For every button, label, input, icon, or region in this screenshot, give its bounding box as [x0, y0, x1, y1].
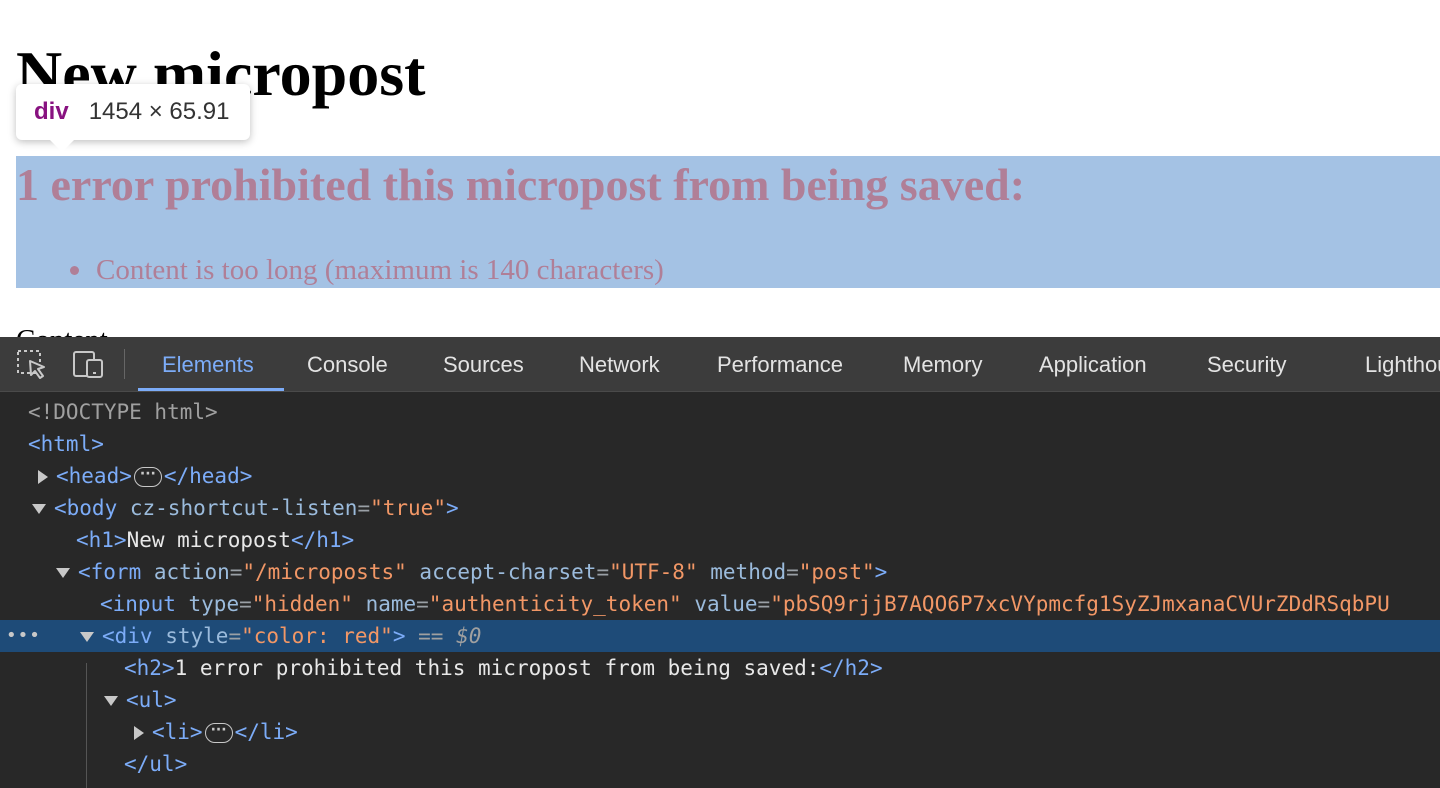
form-open-tag: <form: [78, 560, 142, 584]
dom-node-div-selected[interactable]: ••• <div style="color: red"> == $0: [0, 620, 1440, 652]
div-open-tag: <div: [102, 624, 153, 648]
toolbar-separator: [124, 349, 125, 379]
attr-name: accept-charset: [419, 560, 597, 584]
attr-value: "color: red": [241, 624, 393, 648]
tab-performance[interactable]: Performance: [717, 337, 843, 391]
error-heading: 1 error prohibited this micropost from b…: [16, 159, 1026, 210]
dom-node-li[interactable]: <li> ··· </li>: [0, 716, 1440, 748]
h2-text: 1 error prohibited this micropost from b…: [174, 656, 820, 680]
html-tag: <html>: [28, 432, 104, 456]
device-toolbar-icon[interactable]: [72, 349, 104, 379]
tree-indent-guide: [86, 663, 87, 788]
list-bullet: [70, 266, 79, 275]
h2-open-tag: <h2>: [124, 656, 175, 680]
selected-var: $0: [456, 624, 482, 648]
attr-name: action: [153, 560, 230, 584]
collapse-triangle-icon[interactable]: [32, 504, 46, 514]
attr-name: name: [365, 592, 417, 616]
body-open-tag: <body: [54, 496, 118, 520]
ul-open-tag: <ul>: [126, 688, 177, 712]
devtools-panel: Elements Console Sources Network Perform…: [0, 337, 1440, 788]
dom-node-input[interactable]: <input type="hidden" name="authenticity_…: [0, 588, 1440, 620]
more-actions-icon[interactable]: •••: [6, 620, 41, 652]
expand-triangle-icon[interactable]: [134, 726, 144, 740]
head-close-tag: </head>: [163, 464, 253, 488]
dom-node-body[interactable]: <body cz-shortcut-listen="true">: [0, 492, 1440, 524]
dom-tree: <!DOCTYPE html> <html> <head> ··· </head> …: [0, 392, 1440, 788]
ul-close-tag: </ul>: [124, 752, 188, 776]
collapsed-ellipsis-icon[interactable]: ···: [133, 467, 162, 487]
dom-node-form[interactable]: <form action="/microposts" accept-charse…: [0, 556, 1440, 588]
tag-close: >: [874, 560, 888, 584]
tag-close: >: [392, 624, 406, 648]
inspect-tooltip: div 1454 × 65.91: [16, 84, 250, 152]
h2-close-tag: </h2>: [819, 656, 883, 680]
devtools-toolbar: Elements Console Sources Network Perform…: [0, 337, 1440, 392]
attr-name: cz-shortcut-listen: [129, 496, 358, 520]
h1-text: New micropost: [126, 528, 291, 552]
dom-node-doctype[interactable]: <!DOCTYPE html>: [0, 396, 1440, 428]
attr-value: "authenticity_token": [428, 592, 682, 616]
tooltip-arrow: [50, 140, 74, 152]
collapse-triangle-icon[interactable]: [56, 568, 70, 578]
li-close-tag: </li>: [234, 720, 298, 744]
tag-close: >: [445, 496, 459, 520]
tab-sources[interactable]: Sources: [443, 337, 524, 391]
attr-name: style: [165, 624, 229, 648]
tab-application[interactable]: Application: [1039, 337, 1147, 391]
tab-elements[interactable]: Elements: [162, 337, 254, 391]
attr-value: "/microposts": [242, 560, 407, 584]
tab-lighthouse[interactable]: Lighthouse: [1365, 337, 1440, 391]
dom-node-ul-close[interactable]: </ul>: [0, 748, 1440, 780]
dom-node-ul[interactable]: <ul>: [0, 684, 1440, 716]
dom-node-h1[interactable]: <h1>New micropost</h1>: [0, 524, 1440, 556]
tab-memory[interactable]: Memory: [903, 337, 982, 391]
collapse-triangle-icon[interactable]: [104, 696, 118, 706]
dom-node-head[interactable]: <head> ··· </head>: [0, 460, 1440, 492]
page-viewport: New micropost 1 error prohibited this mi…: [0, 0, 1440, 337]
attr-name: method: [710, 560, 787, 584]
head-open-tag: <head>: [56, 464, 132, 488]
input-open-tag: <input: [100, 592, 176, 616]
active-tab-indicator: [138, 388, 284, 391]
tab-security[interactable]: Security: [1207, 337, 1286, 391]
tooltip-tag-name: div: [34, 98, 69, 125]
dom-node-h2[interactable]: <h2>1 error prohibited this micropost fr…: [0, 652, 1440, 684]
doctype-text: <!DOCTYPE html>: [28, 400, 218, 424]
tooltip-dimensions: 1454 × 65.91: [88, 98, 230, 125]
attr-value: "true": [370, 496, 446, 520]
expand-triangle-icon[interactable]: [38, 470, 48, 484]
error-list-item: Content is too long (maximum is 140 char…: [96, 254, 664, 286]
collapse-triangle-icon[interactable]: [80, 632, 94, 642]
collapsed-ellipsis-icon[interactable]: ···: [204, 723, 233, 743]
attr-value: "UTF-8": [609, 560, 698, 584]
h1-open-tag: <h1>: [76, 528, 127, 552]
h1-close-tag: </h1>: [290, 528, 355, 552]
content-label: Content: [16, 320, 108, 337]
attr-value: "post": [798, 560, 875, 584]
attr-name: type: [188, 592, 240, 616]
tab-console[interactable]: Console: [307, 337, 388, 391]
inspect-element-icon[interactable]: [16, 349, 48, 379]
attr-value: "hidden": [251, 592, 353, 616]
selected-marker: ==: [418, 624, 457, 648]
attr-value: "pbSQ9rjjB7AQO6P7xcVYpmcfg1SyZJmxanaCVUr…: [770, 592, 1390, 616]
li-open-tag: <li>: [152, 720, 203, 744]
dom-node-html[interactable]: <html>: [0, 428, 1440, 460]
attr-name: value: [694, 592, 758, 616]
tab-network[interactable]: Network: [579, 337, 660, 391]
